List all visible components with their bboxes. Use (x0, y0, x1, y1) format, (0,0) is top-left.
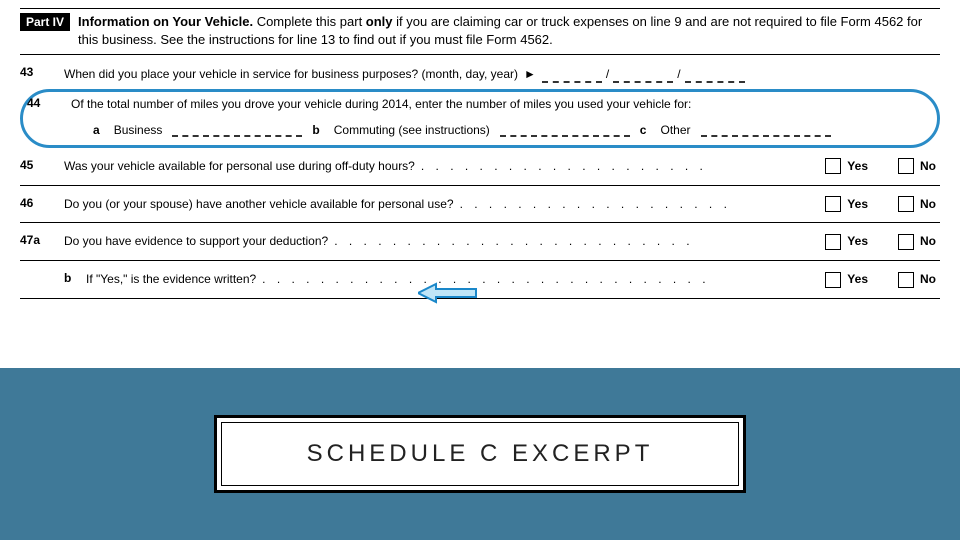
leader-dots: . . . . . . . . . . . . . . . . . . . . … (256, 271, 819, 288)
leader-dots: . . . . . . . . . . . . . . . . . . . . … (328, 233, 819, 250)
form-area: Part IV Information on Your Vehicle. Com… (0, 8, 960, 299)
part-header: Part IV Information on Your Vehicle. Com… (20, 9, 940, 55)
date-month-field[interactable] (542, 65, 602, 83)
line-47b-no-checkbox[interactable] (898, 272, 914, 288)
line-47b-content: If "Yes," is the evidence written? . . .… (86, 271, 940, 288)
part-instruction: Information on Your Vehicle. Complete th… (70, 13, 940, 48)
annotation-arrow-icon (418, 282, 478, 304)
line-45-text: Was your vehicle available for personal … (64, 158, 415, 175)
yes-label: Yes (847, 271, 868, 288)
line-45-content: Was your vehicle available for personal … (64, 158, 940, 175)
bottom-banner: SCHEDULE C EXCERPT (0, 368, 960, 540)
part-instr-a: Complete this part (257, 14, 366, 29)
line-44a-label: Business (114, 123, 163, 137)
line-44b-letter: b (312, 123, 323, 137)
line-44-text: Of the total number of miles you drove y… (71, 96, 933, 113)
line-46-yesno: Yes No (819, 196, 940, 213)
date-input-group: / / (542, 65, 745, 83)
no-label: No (920, 233, 936, 250)
line-47b-letter: b (64, 271, 86, 285)
no-label: No (920, 271, 936, 288)
line-45-yes-checkbox[interactable] (825, 158, 841, 174)
line-47a: 47a Do you have evidence to support your… (20, 223, 940, 261)
leader-dots: . . . . . . . . . . . . . . . . . . . (454, 196, 820, 213)
line-45-no-checkbox[interactable] (898, 158, 914, 174)
page: Part IV Information on Your Vehicle. Com… (0, 0, 960, 540)
line-45-number: 45 (20, 158, 64, 172)
line-47b-text: If "Yes," is the evidence written? (86, 271, 256, 288)
line-44-sub: a Business b Commuting (see instructions… (27, 119, 933, 137)
line-47b-yesno: Yes No (819, 271, 940, 288)
line-46-number: 46 (20, 196, 64, 210)
pointer-icon: ► (518, 66, 542, 83)
date-day-field[interactable] (613, 65, 673, 83)
line-46-text: Do you (or your spouse) have another veh… (64, 196, 454, 213)
line-43-number: 43 (20, 65, 64, 79)
business-miles-field[interactable] (172, 119, 302, 137)
no-label: No (920, 196, 936, 213)
line-46-yes-checkbox[interactable] (825, 196, 841, 212)
part-title: Information on Your Vehicle. (78, 14, 253, 29)
line-44-number: 44 (27, 96, 71, 110)
line-44c-letter: c (640, 123, 651, 137)
banner-title: SCHEDULE C EXCERPT (214, 415, 747, 493)
line-44b-label: Commuting (see instructions) (334, 123, 490, 137)
yes-label: Yes (847, 158, 868, 175)
part-chip: Part IV (20, 13, 70, 31)
part-only: only (366, 14, 393, 29)
no-label: No (920, 158, 936, 175)
line-45: 45 Was your vehicle available for person… (20, 148, 940, 186)
line-47a-number: 47a (20, 233, 64, 247)
line-46: 46 Do you (or your spouse) have another … (20, 186, 940, 224)
line-44-highlight: 44 Of the total number of miles you drov… (20, 89, 940, 148)
line-46-content: Do you (or your spouse) have another veh… (64, 196, 940, 213)
line-47a-content: Do you have evidence to support your ded… (64, 233, 940, 250)
line-47b: b If "Yes," is the evidence written? . .… (20, 261, 940, 299)
line-43-text: When did you place your vehicle in servi… (64, 66, 518, 83)
line-47b-yes-checkbox[interactable] (825, 272, 841, 288)
line-45-yesno: Yes No (819, 158, 940, 175)
line-47a-yes-checkbox[interactable] (825, 234, 841, 250)
line-47a-text: Do you have evidence to support your ded… (64, 233, 328, 250)
other-miles-field[interactable] (701, 119, 831, 137)
leader-dots: . . . . . . . . . . . . . . . . . . . . (415, 158, 819, 175)
date-sep-1: / (606, 66, 609, 83)
line-47a-yesno: Yes No (819, 233, 940, 250)
yes-label: Yes (847, 196, 868, 213)
commuting-miles-field[interactable] (500, 119, 630, 137)
date-year-field[interactable] (685, 65, 745, 83)
yes-label: Yes (847, 233, 868, 250)
line-44c-label: Other (660, 123, 690, 137)
line-44a-letter: a (93, 123, 104, 137)
line-43: 43 When did you place your vehicle in se… (20, 55, 940, 83)
date-sep-2: / (677, 66, 680, 83)
line-47a-no-checkbox[interactable] (898, 234, 914, 250)
line-43-content: When did you place your vehicle in servi… (64, 65, 940, 83)
line-46-no-checkbox[interactable] (898, 196, 914, 212)
